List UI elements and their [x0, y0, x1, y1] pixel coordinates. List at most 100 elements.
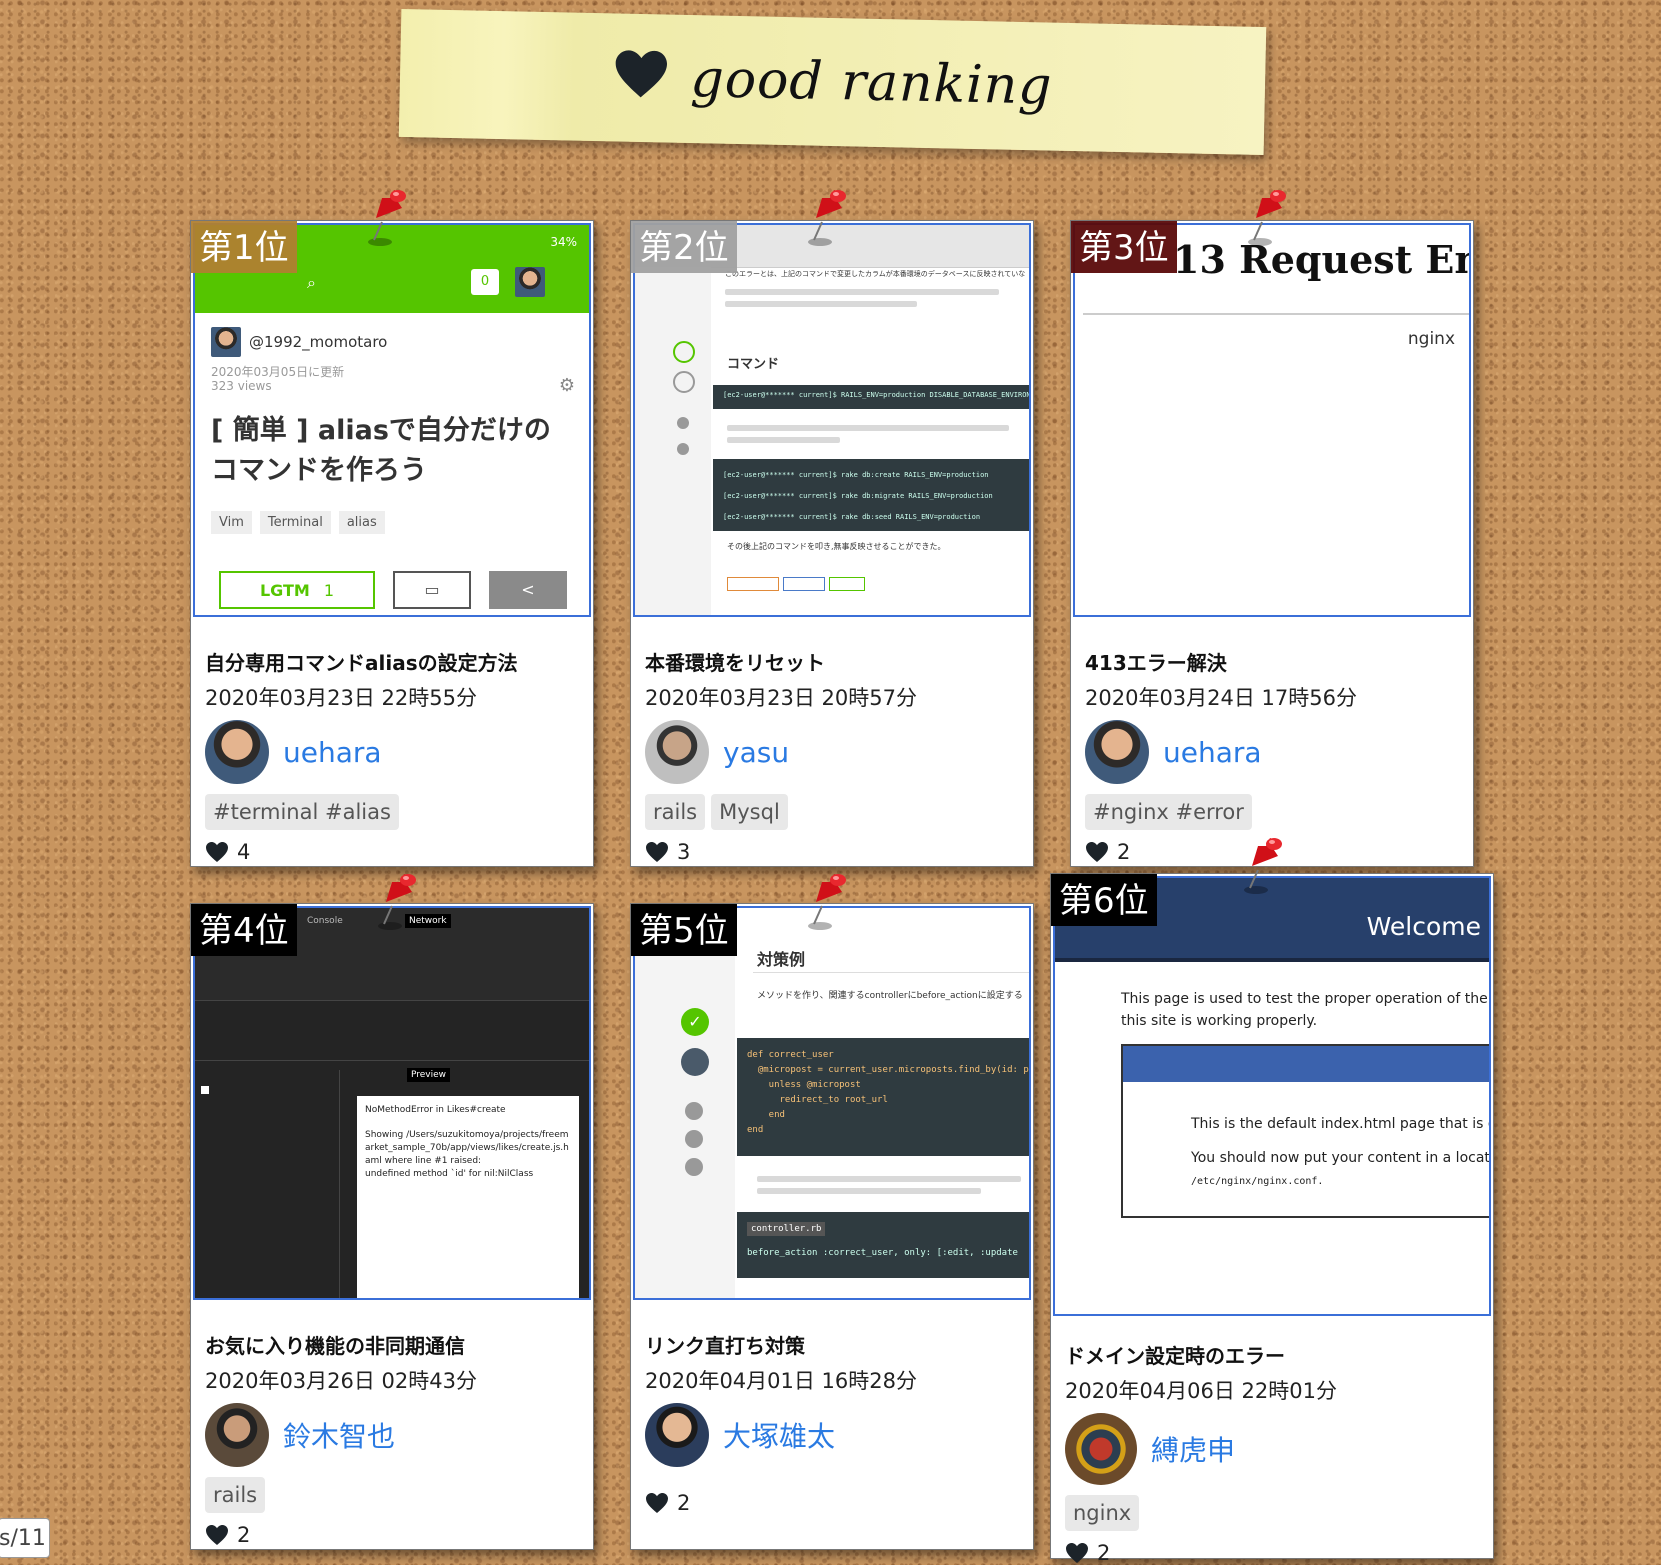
code-block: def correct_user @micropost = current_us…: [737, 1038, 1029, 1156]
user-link[interactable]: 縛虎申: [1151, 1429, 1235, 1469]
user-avatar[interactable]: [205, 720, 269, 784]
like-counter[interactable]: 2: [645, 1491, 1023, 1515]
article-date: 2020年04月01日 16時28分: [645, 1369, 918, 1393]
article-title[interactable]: リンク直打ち対策: [645, 1330, 1023, 1359]
like-icon: [673, 341, 695, 363]
article-thumbnail[interactable]: 34% ⌕ 0 @1992_momotaro 2020年03月05日に更新 32…: [193, 223, 591, 617]
article-card-3[interactable]: 13 Request Ent nginx 第3位 413エラー解決 2020年0…: [1070, 220, 1474, 867]
article-thumbnail[interactable]: Welcome This page is used to test the pr…: [1053, 876, 1491, 1316]
tag-badge[interactable]: #terminal #alias: [205, 794, 399, 830]
twitter-icon: [685, 1130, 703, 1148]
article-headline: [ 簡単 ] aliasで自分だけのコマンドを作ろう: [211, 415, 551, 486]
section-heading: 対策例: [757, 950, 806, 969]
tag-badge[interactable]: nginx: [1065, 1495, 1140, 1531]
user-link[interactable]: 大塚雄太: [723, 1415, 835, 1455]
description: メソッドを作り、関連するcontrollerにbefore_actionに設定す…: [757, 991, 1023, 1001]
article-date: 2020年03月23日 20時57分: [645, 686, 918, 710]
footer-text: その後上記のコマンドを叩き,無事反映させることができた。: [727, 542, 946, 551]
heart-icon[interactable]: [645, 841, 669, 863]
article-title[interactable]: 本番環境をリセット: [645, 647, 1023, 676]
code-block: [ec2-user@******* current]$ RAILS_ENV=pr…: [713, 385, 1029, 409]
tag-badge[interactable]: rails: [205, 1477, 266, 1513]
divider: [1083, 313, 1469, 315]
rank-badge: 第2位: [631, 221, 737, 273]
rank-badge: 第1位: [191, 221, 297, 273]
twitter-icon: [677, 417, 689, 429]
pagination-indicator[interactable]: s/11: [0, 1518, 50, 1558]
rank-badge: 第3位: [1071, 221, 1177, 273]
like-counter[interactable]: 2: [205, 1523, 583, 1547]
article-card-5[interactable]: ✓ 対策例 メソッドを作り、関連するcontrollerにbefore_acti…: [630, 903, 1034, 1550]
code-block: controller.rb before_action :correct_use…: [737, 1212, 1029, 1278]
like-counter[interactable]: 4: [205, 840, 583, 864]
request-item: [201, 1086, 209, 1094]
user-link[interactable]: uehara: [1163, 736, 1262, 769]
article-sidebar: [635, 267, 711, 615]
user-avatar[interactable]: [645, 720, 709, 784]
like-count: 2: [237, 1523, 251, 1547]
heart-icon: [615, 50, 667, 98]
tag-badge[interactable]: rails: [645, 794, 706, 830]
notification-count: 0: [471, 269, 499, 295]
lgtm-button: [829, 577, 865, 591]
like-icon: ✓: [681, 1008, 709, 1036]
like-count: 4: [237, 840, 251, 864]
like-counter[interactable]: 3: [645, 840, 1023, 864]
push-pin-icon: [378, 874, 416, 930]
stock-icon: [681, 1048, 709, 1076]
gear-icon: ⚙: [558, 375, 575, 396]
article-card-2[interactable]: このエラーとは、上記のコマンドで変更したカラムが本番環境のデータベースに反映され…: [630, 220, 1034, 867]
user-link[interactable]: yasu: [723, 736, 789, 769]
article-card-4[interactable]: Console Network Preview NoMethodError in…: [190, 903, 594, 1550]
article-title[interactable]: ドメイン設定時のエラー: [1065, 1340, 1483, 1369]
heart-icon[interactable]: [645, 1492, 669, 1514]
heart-icon[interactable]: [1085, 841, 1109, 863]
timeline: [195, 1000, 589, 1061]
text-lines: [725, 283, 999, 313]
article-date: 2020年03月23日 22時55分: [205, 686, 478, 710]
article-title[interactable]: お気に入り機能の非同期通信: [205, 1330, 583, 1359]
article-thumbnail[interactable]: 13 Request Ent nginx: [1073, 223, 1471, 617]
welcome-text: Welcome: [1366, 912, 1481, 941]
user-avatar[interactable]: [1065, 1413, 1137, 1485]
user-avatar[interactable]: [205, 1403, 269, 1467]
article-thumbnail[interactable]: Console Network Preview NoMethodError in…: [193, 906, 591, 1300]
share-button: <: [489, 571, 567, 609]
divider: [753, 972, 1029, 973]
request-list: [195, 1070, 340, 1298]
section-heading: コマンド: [727, 357, 780, 372]
push-pin-icon: [808, 190, 846, 246]
tag-badge[interactable]: Mysql: [711, 794, 788, 830]
facebook-icon: [685, 1158, 703, 1176]
user-avatar[interactable]: [1085, 720, 1149, 784]
article-title[interactable]: 自分専用コマンドaliasの設定方法: [205, 647, 583, 676]
article-thumbnail[interactable]: このエラーとは、上記のコマンドで変更したカラムが本番環境のデータベースに反映され…: [633, 223, 1031, 617]
rank-badge: 第5位: [631, 904, 737, 956]
like-counter[interactable]: 2: [1065, 1541, 1483, 1565]
user-link[interactable]: uehara: [283, 736, 382, 769]
article-thumbnail[interactable]: ✓ 対策例 メソッドを作り、関連するcontrollerにbefore_acti…: [633, 906, 1031, 1300]
thumb-tag: Vim: [211, 511, 252, 534]
thumb-tag: Terminal: [259, 511, 331, 534]
stock-icon: ▭: [424, 580, 440, 599]
rank-badge: 第6位: [1051, 874, 1157, 926]
article-title[interactable]: 413エラー解決: [1085, 647, 1463, 676]
preview-panel: NoMethodError in Likes#create Showing /U…: [357, 1096, 579, 1298]
heart-icon[interactable]: [1065, 1542, 1089, 1564]
article-card-1[interactable]: 34% ⌕ 0 @1992_momotaro 2020年03月05日に更新 32…: [190, 220, 594, 867]
article-sidebar: ✓: [635, 908, 735, 1298]
tag-badge[interactable]: #nginx #error: [1085, 794, 1252, 830]
thumb-tag: alias: [338, 511, 385, 534]
heart-icon[interactable]: [205, 1524, 229, 1546]
stock-button: ▭: [393, 571, 471, 609]
user-link[interactable]: 鈴木智也: [283, 1415, 395, 1455]
tab-preview: Preview: [407, 1068, 451, 1082]
article-card-6[interactable]: Welcome This page is used to test the pr…: [1050, 873, 1494, 1565]
like-count: 3: [677, 840, 691, 864]
heart-icon[interactable]: [205, 841, 229, 863]
push-pin-icon: [808, 874, 846, 930]
info-box: This is the default index.html page that…: [1121, 1044, 1489, 1218]
info-box-header: [1123, 1046, 1489, 1082]
edit-request-button: [727, 577, 779, 591]
user-avatar[interactable]: [645, 1403, 709, 1467]
